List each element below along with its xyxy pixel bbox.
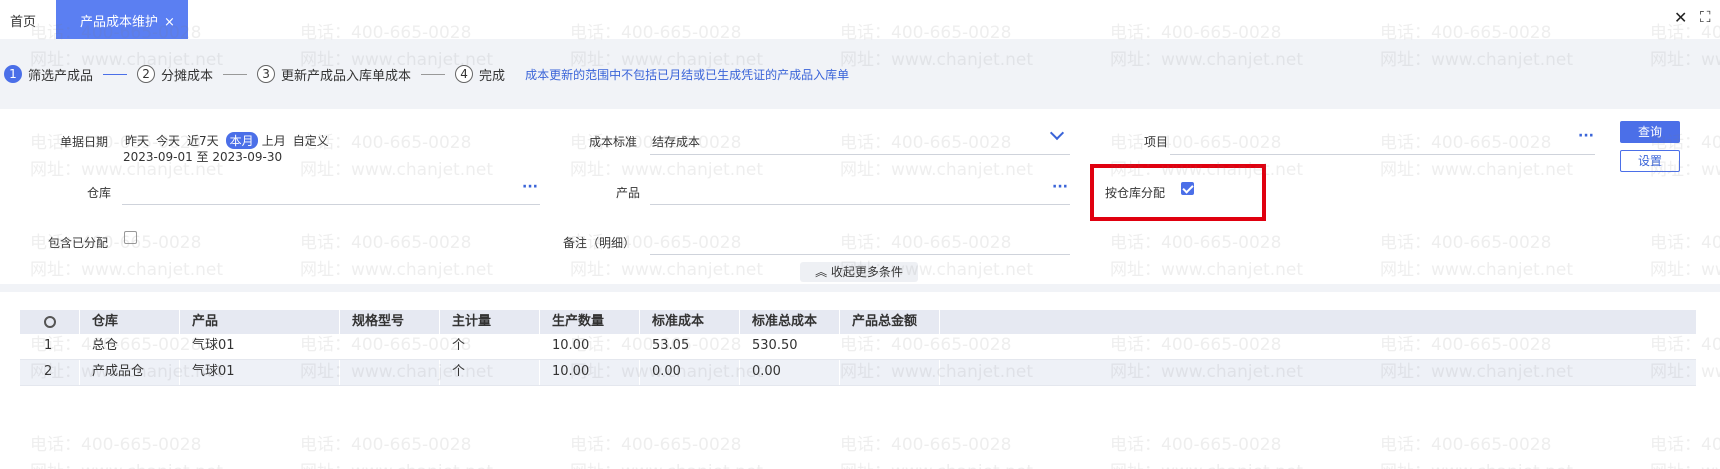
cost-standard-label: 成本标准 bbox=[589, 135, 638, 149]
tab-bar: 首页 产品成本维护 × ✕ ⛶ bbox=[0, 0, 1720, 39]
step-indicator: 1 筛选产成品 2 分摊成本 3 更新产成品入库单成本 4 完成 成本更新的范围… bbox=[4, 64, 849, 84]
date-label: 单据日期 bbox=[60, 135, 109, 149]
cell-std-cost: 0.00 bbox=[640, 360, 740, 385]
watermark-phone: 电话：400-665-0028 bbox=[840, 435, 1012, 455]
product-field[interactable] bbox=[650, 204, 1070, 205]
project-more-icon[interactable]: ··· bbox=[1578, 128, 1594, 144]
cell-quantity: 10.00 bbox=[540, 334, 640, 359]
row-index: 1 bbox=[20, 334, 80, 359]
chevron-up-icon: ︽ bbox=[815, 265, 828, 279]
remark-label: 备注（明细） bbox=[563, 236, 636, 250]
tab-product-cost-label: 产品成本维护 bbox=[80, 15, 159, 30]
table-row[interactable]: 1 总仓 气球01 个 10.00 53.05 530.50 bbox=[20, 334, 1696, 360]
tab-close-icon[interactable]: × bbox=[164, 15, 175, 30]
watermark-site: 网址：www.chanjet.net bbox=[1110, 457, 1303, 469]
cost-standard-select[interactable]: 结存成本 bbox=[652, 133, 700, 150]
cell-product: 气球01 bbox=[180, 360, 340, 385]
table-header: 仓库 产品 规格型号 主计量 生产数量 标准成本 标准总成本 产品总金额 bbox=[20, 310, 1696, 334]
product-more-icon[interactable]: ··· bbox=[1052, 179, 1068, 195]
highlight-box bbox=[1090, 164, 1266, 221]
col-std-total[interactable]: 标准总成本 bbox=[740, 310, 840, 334]
cell-quantity: 10.00 bbox=[540, 360, 640, 385]
step-connector bbox=[421, 73, 446, 75]
date-options: 昨天 今天 近7天 本月 上月 自定义 bbox=[125, 132, 336, 149]
watermark-site: 网址：www.chanjet.net bbox=[1380, 457, 1573, 469]
warehouse-label: 仓库 bbox=[87, 186, 112, 200]
col-spec[interactable]: 规格型号 bbox=[340, 310, 440, 334]
col-product[interactable]: 产品 bbox=[180, 310, 340, 334]
column-settings-cell[interactable] bbox=[20, 310, 80, 334]
collapse-label: 收起更多条件 bbox=[830, 265, 903, 279]
watermark-site: 网址：www.chanjet.net bbox=[300, 457, 493, 469]
col-warehouse[interactable]: 仓库 bbox=[80, 310, 180, 334]
step-2-label: 分摊成本 bbox=[161, 68, 214, 84]
step-note: 成本更新的范围中不包括已月结或已生成凭证的产成品入库单 bbox=[525, 67, 850, 82]
include-allocated-checkbox[interactable] bbox=[124, 231, 137, 244]
step-connector bbox=[103, 73, 128, 75]
col-quantity[interactable]: 生产数量 bbox=[540, 310, 640, 334]
step-3-label: 更新产成品入库单成本 bbox=[281, 68, 412, 84]
col-unit[interactable]: 主计量 bbox=[440, 310, 540, 334]
watermark-site: 网址：www.chanjet.net bbox=[840, 457, 1033, 469]
watermark-phone: 电话：400-665-0028 bbox=[1380, 435, 1552, 455]
watermark-site: 网址：www.chanjet.net bbox=[570, 457, 763, 469]
row-index: 2 bbox=[20, 360, 80, 385]
date-option-7days[interactable]: 近7天 bbox=[187, 132, 219, 149]
project-field[interactable] bbox=[1170, 154, 1595, 155]
section-divider bbox=[0, 284, 1720, 292]
step-4-number: 4 bbox=[455, 65, 474, 83]
watermark-site: 网址：www.chanjet.net bbox=[30, 457, 223, 469]
project-label: 项目 bbox=[1144, 135, 1169, 149]
settings-button[interactable]: 设置 bbox=[1620, 150, 1680, 172]
tab-product-cost[interactable]: 产品成本维护 × bbox=[56, 0, 188, 39]
cell-warehouse: 产成品仓 bbox=[80, 360, 180, 385]
step-3-number: 3 bbox=[257, 65, 276, 83]
cell-warehouse: 总仓 bbox=[80, 334, 180, 359]
watermark-site: 网址：www.chanjet.net bbox=[1650, 457, 1720, 469]
cell-spec bbox=[340, 360, 440, 385]
date-option-last-month[interactable]: 上月 bbox=[262, 132, 286, 149]
cell-std-total: 530.50 bbox=[740, 334, 840, 359]
step-4-label: 完成 bbox=[479, 68, 506, 84]
window-close-icon[interactable]: ✕ bbox=[1674, 8, 1687, 27]
include-allocated-label: 包含已分配 bbox=[48, 236, 109, 250]
date-option-this-month[interactable]: 本月 bbox=[225, 132, 258, 149]
cell-product-total bbox=[840, 360, 940, 385]
cost-standard-underline bbox=[650, 154, 1070, 155]
watermark-phone: 电话：400-665-0028 bbox=[1650, 435, 1720, 455]
gear-icon[interactable] bbox=[43, 316, 56, 328]
watermark-phone: 电话：400-665-0028 bbox=[300, 435, 472, 455]
tab-home[interactable]: 首页 bbox=[10, 11, 36, 30]
step-1-number: 1 bbox=[4, 65, 22, 83]
date-option-custom[interactable]: 自定义 bbox=[293, 132, 329, 149]
product-label: 产品 bbox=[616, 186, 641, 200]
window-maximize-icon[interactable]: ⛶ bbox=[1700, 8, 1711, 26]
table-row[interactable]: 2 产成品仓 气球01 个 10.00 0.00 0.00 bbox=[20, 360, 1696, 386]
watermark-phone: 电话：400-665-0028 bbox=[30, 435, 202, 455]
cell-product: 气球01 bbox=[180, 334, 340, 359]
date-option-yesterday[interactable]: 昨天 bbox=[125, 132, 149, 149]
step-1-label: 筛选产成品 bbox=[28, 68, 94, 84]
step-connector bbox=[223, 73, 248, 75]
watermark-phone: 电话：400-665-0028 bbox=[1110, 435, 1282, 455]
warehouse-field[interactable] bbox=[122, 204, 540, 205]
cell-std-total: 0.00 bbox=[740, 360, 840, 385]
col-std-cost[interactable]: 标准成本 bbox=[640, 310, 740, 334]
cell-spec bbox=[340, 334, 440, 359]
warehouse-more-icon[interactable]: ··· bbox=[522, 179, 538, 195]
result-table: 仓库 产品 规格型号 主计量 生产数量 标准成本 标准总成本 产品总金额 1 总… bbox=[20, 310, 1696, 386]
col-product-total[interactable]: 产品总金额 bbox=[840, 310, 940, 334]
cell-unit: 个 bbox=[440, 334, 540, 359]
query-button[interactable]: 查询 bbox=[1620, 121, 1680, 143]
cell-product-total bbox=[840, 334, 940, 359]
step-2-number: 2 bbox=[137, 65, 156, 83]
cell-unit: 个 bbox=[440, 360, 540, 385]
date-range: 2023-09-01 至 2023-09-30 bbox=[123, 150, 283, 164]
collapse-conditions-button[interactable]: ︽ 收起更多条件 bbox=[800, 262, 918, 282]
remark-field[interactable] bbox=[650, 254, 1070, 255]
watermark-phone: 电话：400-665-0028 bbox=[570, 435, 742, 455]
cell-std-cost: 53.05 bbox=[640, 334, 740, 359]
date-option-today[interactable]: 今天 bbox=[156, 132, 180, 149]
